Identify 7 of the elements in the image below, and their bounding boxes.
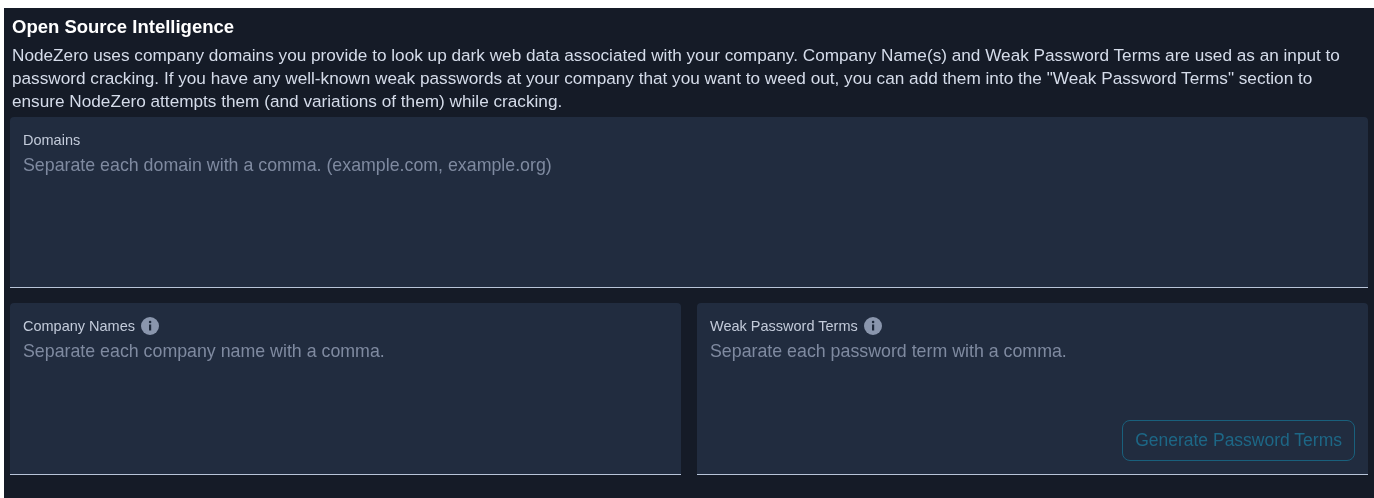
field-label: Company Names bbox=[23, 318, 135, 334]
info-icon[interactable] bbox=[863, 317, 882, 335]
field-label: Weak Password Terms bbox=[710, 318, 858, 334]
section-title: Open Source Intelligence bbox=[12, 16, 236, 38]
field-label: Domains bbox=[23, 132, 81, 148]
section-description: NodeZero uses company domains you provide to look up dark web data associated with your company. Company Name(s) and Weak Password Terms are used as an input to password cracking. If you have any well-known weak passwords at your company that you want to weed out, you can add them into the "Weak Password Terms" section to ensure NodeZero attempts them (and variations of them) while cracking. bbox=[12, 44, 1341, 113]
info-icon[interactable] bbox=[141, 317, 159, 335]
